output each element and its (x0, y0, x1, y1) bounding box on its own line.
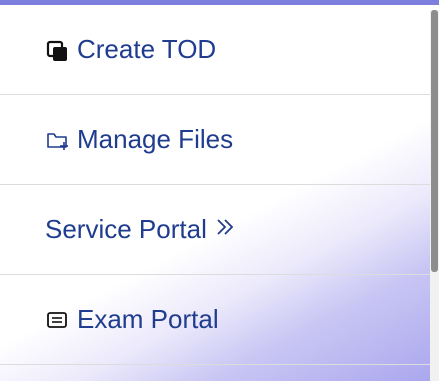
side-menu-panel: Create TOD Manage Files Service Portal E… (0, 0, 439, 381)
side-menu: Create TOD Manage Files Service Portal E… (0, 5, 430, 365)
vertical-scrollbar[interactable] (430, 10, 439, 381)
menu-item-manage-files[interactable]: Manage Files (0, 95, 430, 185)
menu-item-label: Exam Portal (77, 304, 219, 334)
chevron-double-right-icon (215, 217, 235, 243)
copy-icon (45, 39, 73, 61)
menu-item-label: Service Portal (45, 214, 207, 244)
message-square-icon (45, 309, 73, 331)
menu-item-exam-portal[interactable]: Exam Portal (0, 275, 430, 365)
folder-add-icon (45, 129, 73, 151)
scrollbar-thumb[interactable] (431, 10, 438, 272)
menu-item-service-portal[interactable]: Service Portal (0, 185, 430, 275)
menu-item-label: Create TOD (77, 34, 217, 64)
menu-item-label: Manage Files (77, 124, 234, 154)
menu-item-create-tod[interactable]: Create TOD (0, 5, 430, 95)
